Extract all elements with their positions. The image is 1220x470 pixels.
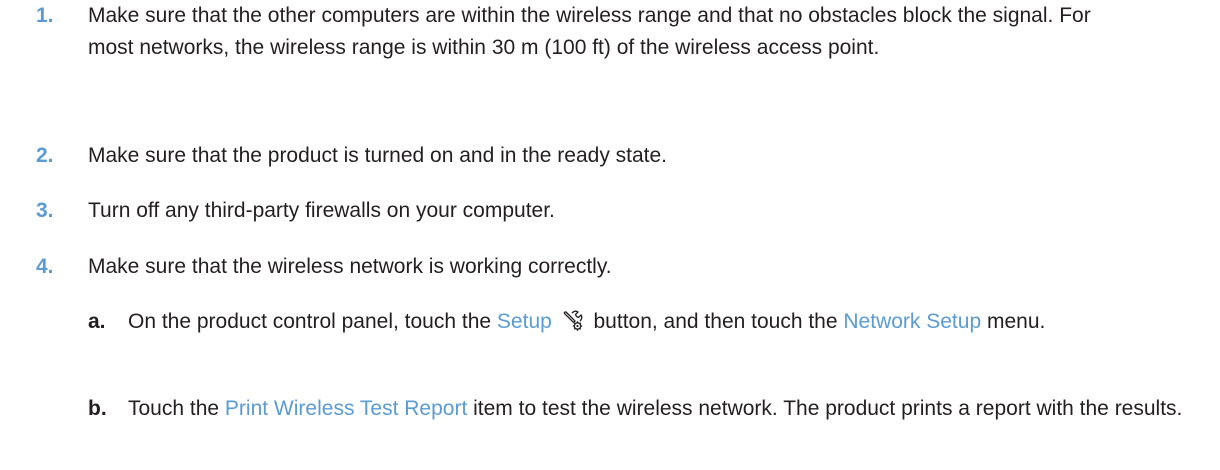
step-text: Make sure that the other computers are w… (88, 4, 1091, 59)
print-wireless-test-report-item-label: Print Wireless Test Report (224, 397, 468, 420)
substep-text-part: button, and then touch the (593, 310, 838, 333)
substep-text: On the product control panel, touch the … (128, 306, 1208, 338)
substep-letter: a. (88, 310, 106, 333)
step-number: 3. (36, 199, 54, 222)
step-text: Make sure that the wireless network is w… (88, 255, 612, 278)
substep-text-part: On the product control panel, touch the (128, 310, 492, 333)
network-setup-menu-label: Network Setup (843, 310, 982, 333)
substep-text-part: menu. (986, 310, 1046, 333)
setup-wrench-gear-icon (563, 310, 583, 331)
substep-text-part: Touch the (128, 397, 220, 420)
step-number: 2. (36, 144, 54, 167)
substep-text: Touch the Print Wireless Test Report ite… (128, 393, 1208, 425)
step-number: 1. (36, 4, 54, 27)
setup-button-label: Setup (496, 310, 552, 333)
step-number: 4. (36, 255, 54, 278)
step-text: Turn off any third-party firewalls on yo… (88, 199, 555, 222)
substep-letter: b. (88, 397, 107, 420)
substep-text-part: item to test the wireless network. The p… (473, 397, 1183, 420)
instruction-document: 1. Make sure that the other computers ar… (0, 0, 1220, 470)
step-text: Make sure that the product is turned on … (88, 144, 668, 167)
